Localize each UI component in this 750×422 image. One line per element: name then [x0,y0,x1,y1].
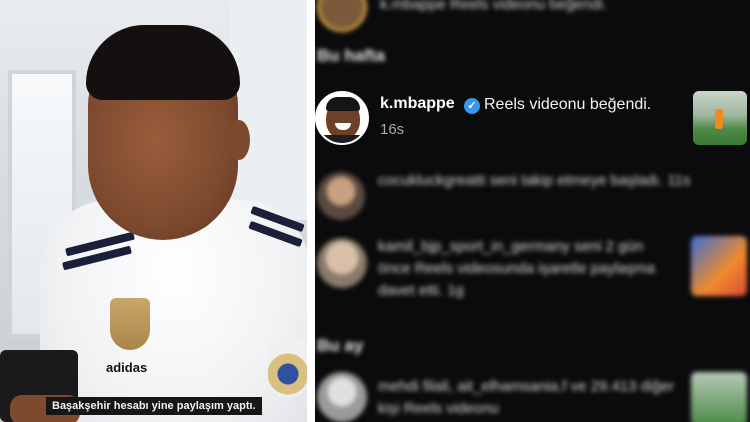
notification-text-partial: k.mbappe Reels videonu beğendi. [380,0,607,13]
notification-username[interactable]: k.mbappe [380,95,455,113]
split-divider [307,0,315,422]
notification-text: cocukluckgreatti seni takip etmeye başla… [378,172,691,189]
avatar[interactable] [317,0,367,32]
notification-action: Reels videonu beğendi. [484,96,652,113]
hair [326,97,360,111]
club-world-cup-badge-icon [110,298,150,350]
notifications-panel: k.mbappe Reels videonu beğendi. Bu hafta… [315,0,750,422]
reel-thumbnail[interactable] [693,91,747,145]
avatar[interactable] [317,238,367,288]
avatar[interactable] [317,172,365,220]
section-header: Bu ay [317,336,364,355]
section-header: Bu hafta [317,46,385,65]
hair [86,25,240,100]
adidas-logo: adidas [106,360,148,375]
video-caption: Başakşehir hesabı yine paylaşım yaptı. [46,397,262,415]
reel-thumbnail[interactable] [691,236,747,296]
verified-badge-icon: ✓ [464,98,480,114]
notification-text: kamil_bjp_sport_in_germany seni 2 gün ön… [378,238,655,299]
avatar[interactable] [317,372,367,422]
shirt [317,135,367,143]
screen: adidas Başakşehir hesabı yine paylaşım y… [0,0,750,422]
real-madrid-crest-icon [268,338,307,398]
player-figure [715,109,723,129]
background-wall [230,0,307,220]
reel-thumbnail[interactable] [691,372,747,422]
kmbappe-avatar[interactable] [315,91,369,145]
video-panel[interactable]: adidas Başakşehir hesabı yine paylaşım y… [0,0,307,422]
notification-text: mehdi filali, ait_elhamsania.f ve 29.413… [378,378,675,417]
ear [228,120,250,160]
notification-time: 16s [380,121,405,138]
